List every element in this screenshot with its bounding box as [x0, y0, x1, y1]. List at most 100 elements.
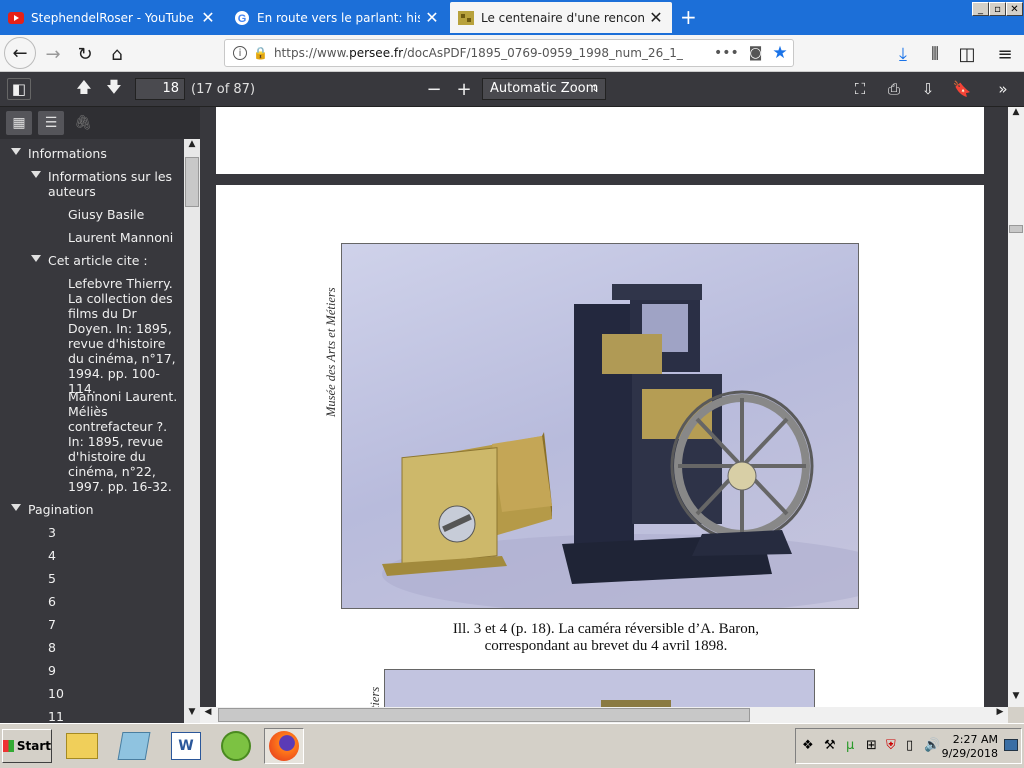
tab-close-icon[interactable]: ✕ — [648, 8, 664, 27]
scrollbar-thumb[interactable] — [1009, 225, 1023, 233]
tools-button[interactable]: » — [991, 78, 1015, 100]
security-icon[interactable]: ⛨ — [886, 738, 896, 753]
outline-item-page[interactable]: 9 — [48, 663, 56, 678]
app-green-button[interactable] — [216, 728, 256, 764]
outline-item-info-auteurs[interactable]: Informations sur les auteurs — [48, 169, 178, 199]
downloads-button[interactable]: ⤓ — [888, 39, 918, 69]
sidebar-scrollbar[interactable]: ▲ ▼ — [184, 139, 200, 723]
file-explorer-button[interactable] — [62, 728, 102, 764]
outline-item-citation[interactable]: Mannoni Laurent. Méliès contrefacteur ?.… — [68, 389, 180, 494]
scroll-left-icon[interactable]: ◀ — [200, 707, 216, 723]
thumbnails-view-button[interactable]: ▦ — [6, 111, 32, 135]
outline-item-page[interactable]: 6 — [48, 594, 56, 609]
pdf-page-current: Musée des Arts et Métiers Ill. 3 et 4 (p… — [216, 185, 984, 707]
second-photograph — [384, 669, 815, 707]
dropbox-icon[interactable]: ❖ — [802, 738, 814, 753]
tab-close-icon[interactable]: ✕ — [200, 8, 216, 27]
tab-persee-active[interactable]: Le centenaire d'une rencontre : Au ✕ — [450, 2, 672, 33]
outline-item-page[interactable]: 7 — [48, 617, 56, 632]
plus-icon: + — [456, 78, 472, 100]
presentation-mode-button[interactable]: ⛶ — [848, 78, 872, 100]
zoom-select[interactable]: Automatic Zoom ⇕ — [482, 78, 606, 100]
network-icon[interactable]: ⊞ — [866, 738, 877, 753]
forward-button[interactable]: → — [38, 39, 68, 69]
url-domain: persee.fr — [349, 46, 404, 60]
expand-triangle-icon[interactable] — [31, 255, 41, 262]
current-view-bookmark-button[interactable]: 🔖 — [950, 78, 974, 100]
outline-item-page[interactable]: 10 — [48, 686, 64, 701]
maximize-button[interactable]: ▫ — [989, 2, 1006, 16]
outline-item-page[interactable]: 8 — [48, 640, 56, 655]
next-page-button[interactable]: 🡇 — [102, 78, 126, 100]
green-app-icon — [221, 731, 251, 761]
outline-item-page[interactable]: 3 — [48, 525, 56, 540]
toggle-sidebar-button[interactable]: ◧ — [7, 78, 31, 100]
lock-icon[interactable]: 🔒 — [253, 46, 268, 60]
persee-icon — [458, 10, 474, 26]
scroll-up-icon[interactable]: ▲ — [184, 139, 200, 155]
reload-button[interactable]: ↻ — [70, 39, 100, 69]
expand-triangle-icon[interactable] — [11, 148, 21, 155]
scrollbar-thumb[interactable] — [218, 708, 750, 722]
firefox-button[interactable] — [264, 728, 304, 764]
battery-icon[interactable]: ▯ — [906, 738, 913, 753]
scroll-right-icon[interactable]: ▶ — [992, 707, 1008, 723]
system-clock[interactable]: 2:27 AM 9/29/2018 — [938, 733, 998, 761]
tab-close-icon[interactable]: ✕ — [424, 8, 440, 27]
new-tab-button[interactable]: + — [680, 5, 697, 29]
sidebar-toggle-button[interactable]: ◫ — [952, 39, 982, 69]
previous-page-button[interactable]: 🡅 — [72, 78, 96, 100]
outline-item-page[interactable]: 5 — [48, 571, 56, 586]
zoom-in-button[interactable]: + — [452, 78, 476, 100]
outline-item-author[interactable]: Giusy Basile — [68, 207, 178, 222]
info-icon[interactable]: i — [233, 46, 247, 60]
outline-item-author[interactable]: Laurent Mannoni — [68, 230, 178, 245]
tools-icon[interactable]: ⚒ — [824, 738, 836, 753]
clock-date: 9/29/2018 — [941, 747, 998, 760]
menu-button[interactable]: ≡ — [990, 39, 1020, 69]
viewer-horizontal-scrollbar[interactable]: ◀ ▶ — [200, 707, 1008, 723]
viewer-vertical-scrollbar[interactable]: ▲ ▼ — [1008, 107, 1024, 707]
windows-logo-icon — [3, 740, 14, 752]
tab-youtube[interactable]: StephendelRoser - YouTube ✕ — [0, 2, 224, 33]
outline-item-citation[interactable]: Lefebvre Thierry. La collection des film… — [68, 276, 180, 396]
outline-item-cite-header[interactable]: Cet article cite : — [48, 253, 178, 268]
notepad-button[interactable] — [114, 728, 154, 764]
scrollbar-thumb[interactable] — [185, 157, 199, 207]
expand-triangle-icon[interactable] — [31, 171, 41, 178]
word-button[interactable]: W — [166, 728, 206, 764]
pocket-icon[interactable]: ◙ — [749, 45, 763, 61]
back-button[interactable]: ← — [4, 37, 36, 69]
outline-item-page[interactable]: 4 — [48, 548, 56, 563]
outline-item-pagination[interactable]: Pagination — [28, 502, 178, 517]
outline-item-informations[interactable]: Informations — [28, 146, 178, 161]
outline-item-page[interactable]: 11 — [48, 709, 64, 723]
url-text[interactable]: https://www.persee.fr/docAsPDF/1895_0769… — [274, 46, 704, 60]
scroll-down-icon[interactable]: ▼ — [1008, 691, 1024, 707]
save-pdf-button[interactable]: ⇩ — [916, 78, 940, 100]
close-window-button[interactable]: ✕ — [1006, 2, 1023, 16]
page-actions-icon[interactable]: ••• — [714, 45, 739, 61]
library-button[interactable]: ⫴ — [920, 39, 950, 69]
scroll-up-icon[interactable]: ▲ — [1008, 107, 1024, 123]
tab-google[interactable]: G En route vers le parlant: histoire d ✕ — [226, 2, 448, 33]
start-button[interactable]: Start — [2, 729, 52, 763]
attachments-view-button[interactable]: 🖇 — [70, 111, 96, 135]
firefox-icon — [269, 731, 299, 761]
home-button[interactable]: ⌂ — [102, 39, 132, 69]
minimize-button[interactable]: _ — [972, 2, 989, 16]
bookmark-star-icon[interactable]: ★ — [772, 43, 787, 63]
youtube-icon — [8, 10, 24, 26]
zoom-out-button[interactable]: − — [422, 78, 446, 100]
scroll-down-icon[interactable]: ▼ — [184, 707, 200, 723]
figure-caption: Ill. 3 et 4 (p. 18). La caméra réversibl… — [396, 621, 816, 655]
expand-triangle-icon[interactable] — [11, 504, 21, 511]
page-number-input[interactable]: 18 — [135, 78, 185, 100]
show-desktop-icon[interactable] — [1004, 739, 1018, 751]
caption-line: Ill. 3 et 4 (p. 18). La caméra réversibl… — [452, 621, 760, 637]
torrent-icon[interactable]: µ — [846, 738, 854, 753]
outline-view-button[interactable]: ☰ — [38, 111, 64, 135]
print-button[interactable]: ⎙ — [882, 78, 906, 100]
url-bar[interactable]: i 🔒 https://www.persee.fr/docAsPDF/1895_… — [224, 39, 794, 67]
pdf-viewer-container[interactable]: Musée des Arts et Métiers Ill. 3 et 4 (p… — [200, 107, 1008, 707]
